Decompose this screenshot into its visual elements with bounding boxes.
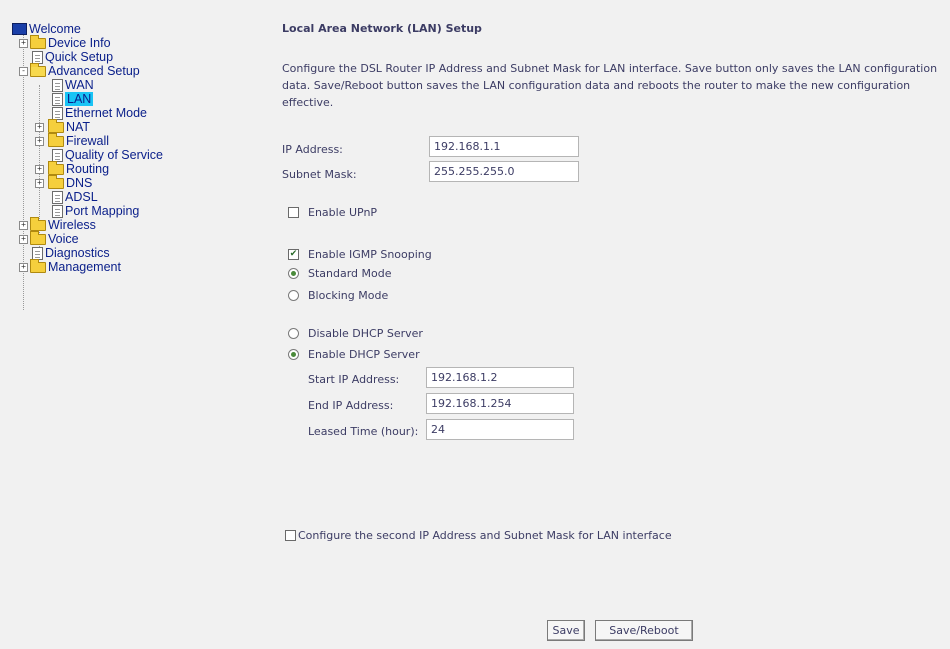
expand-icon[interactable]: + [19, 39, 28, 48]
tree-item-advanced-setup[interactable]: Advanced Setup [30, 62, 140, 78]
end-ip-input[interactable]: 192.168.1.254 [426, 393, 574, 414]
end-ip-label: End IP Address: [308, 399, 394, 412]
save-reboot-button[interactable]: Save/Reboot [595, 620, 693, 641]
tree-item-routing[interactable]: Routing [48, 160, 109, 176]
folder-icon [48, 132, 64, 147]
ip-address-input[interactable]: 192.168.1.1 [429, 136, 579, 157]
igmp-snooping-checkbox[interactable]: ✔ [288, 249, 299, 260]
tree-item-quick-setup[interactable]: Quick Setup [32, 50, 113, 64]
expand-icon[interactable]: + [19, 235, 28, 244]
second-ip-checkbox[interactable] [285, 530, 296, 541]
start-ip-label: Start IP Address: [308, 373, 400, 386]
subnet-mask-label: Subnet Mask: [282, 168, 357, 181]
igmp-snooping-label: Enable IGMP Snooping [308, 248, 432, 261]
subnet-mask-input[interactable]: 255.255.255.0 [429, 161, 579, 182]
enable-dhcp-radio[interactable] [288, 349, 299, 360]
tree-item-management[interactable]: Management [30, 258, 121, 274]
tree-item-firewall[interactable]: Firewall [48, 132, 109, 148]
tree-item-adsl[interactable]: ADSL [52, 190, 98, 204]
tree-item-ethernet-mode[interactable]: Ethernet Mode [52, 106, 147, 120]
folder-icon [30, 230, 46, 245]
folder-icon [30, 34, 46, 49]
save-button[interactable]: Save [547, 620, 585, 641]
expand-icon[interactable]: + [35, 165, 44, 174]
page-icon [52, 78, 63, 92]
page-icon [52, 92, 63, 106]
open-folder-icon [30, 62, 46, 77]
expand-icon[interactable]: + [35, 137, 44, 146]
tree-item-quality-of-service[interactable]: Quality of Service [52, 148, 163, 162]
monitor-icon [12, 23, 27, 35]
disable-dhcp-radio[interactable] [288, 328, 299, 339]
page-title: Local Area Network (LAN) Setup [282, 22, 482, 35]
tree-item-port-mapping[interactable]: Port Mapping [52, 204, 139, 218]
page-icon [52, 204, 63, 218]
collapse-icon[interactable]: - [19, 67, 28, 76]
disable-dhcp-label: Disable DHCP Server [308, 327, 423, 340]
expand-icon[interactable]: + [35, 179, 44, 188]
tree-item-device-info[interactable]: Device Info [30, 34, 111, 50]
tree-item-welcome[interactable]: Welcome [12, 22, 81, 36]
tree-item-dns[interactable]: DNS [48, 174, 92, 190]
expand-icon[interactable]: + [19, 221, 28, 230]
folder-icon [48, 118, 64, 133]
tree-item-voice[interactable]: Voice [30, 230, 79, 246]
second-ip-label: Configure the second IP Address and Subn… [298, 529, 672, 542]
upnp-checkbox[interactable] [288, 207, 299, 218]
expand-icon[interactable]: + [19, 263, 28, 272]
standard-mode-radio[interactable] [288, 268, 299, 279]
blocking-mode-label: Blocking Mode [308, 289, 389, 302]
page-icon [52, 190, 63, 204]
tree-item-wireless[interactable]: Wireless [30, 216, 96, 232]
standard-mode-label: Standard Mode [308, 267, 392, 280]
expand-icon[interactable]: + [35, 123, 44, 132]
tree-item-wan[interactable]: WAN [52, 78, 94, 92]
page-description: Configure the DSL Router IP Address and … [282, 62, 938, 109]
tree-item-diagnostics[interactable]: Diagnostics [32, 246, 110, 260]
folder-icon [30, 258, 46, 273]
start-ip-input[interactable]: 192.168.1.2 [426, 367, 574, 388]
tree-item-lan[interactable]: LAN [52, 92, 94, 106]
folder-icon [30, 216, 46, 231]
blocking-mode-radio[interactable] [288, 290, 299, 301]
enable-dhcp-label: Enable DHCP Server [308, 348, 420, 361]
ip-address-label: IP Address: [282, 143, 343, 156]
folder-icon [48, 174, 64, 189]
folder-icon [48, 160, 64, 175]
lease-time-input[interactable]: 24 [426, 419, 574, 440]
upnp-label: Enable UPnP [308, 206, 378, 219]
lease-time-label: Leased Time (hour): [308, 425, 419, 438]
